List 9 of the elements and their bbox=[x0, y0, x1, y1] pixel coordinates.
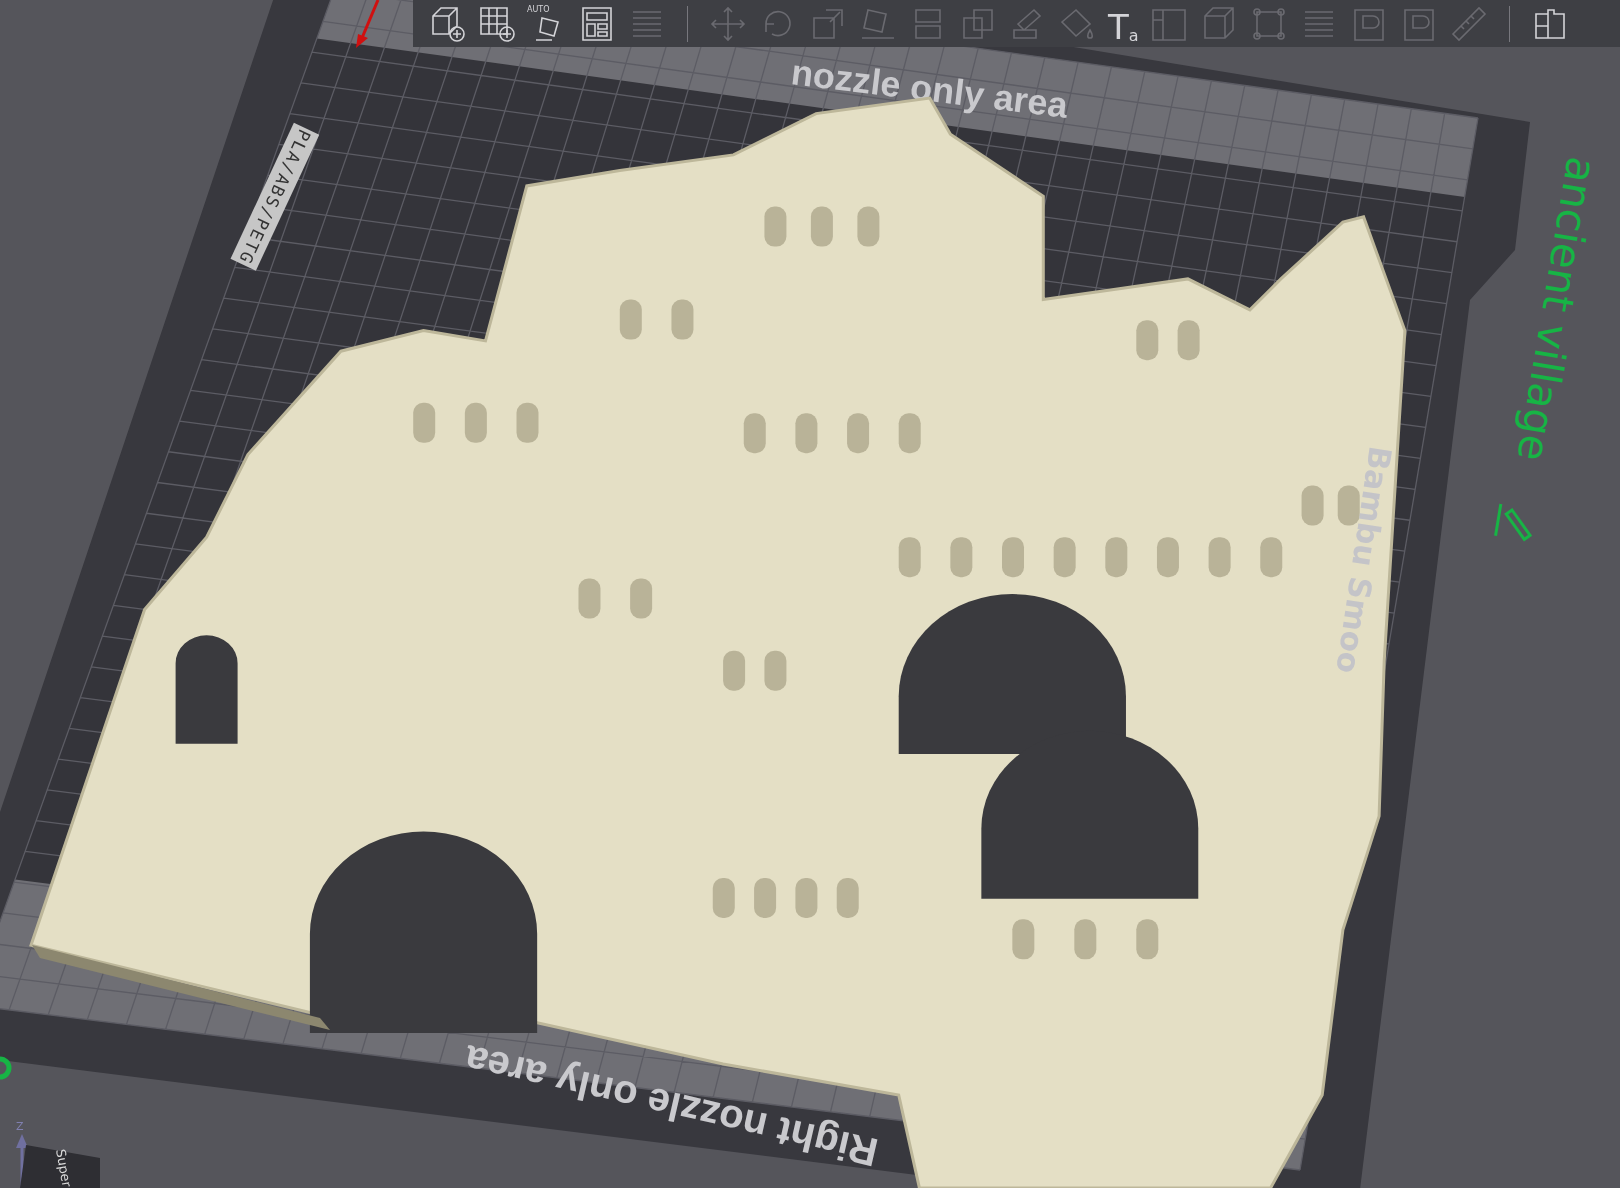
axis-label: Z bbox=[16, 1120, 24, 1133]
text-tool-button[interactable]: Ta bbox=[1108, 3, 1139, 44]
nozzle-area-label: Right nozzle only area bbox=[460, 1037, 882, 1176]
nozzle-area-label: nozzle only area bbox=[789, 51, 1071, 126]
auto-orient-button[interactable]: AUTO bbox=[527, 3, 567, 44]
pencil-icon[interactable] bbox=[1494, 502, 1533, 542]
x-axis-arrow bbox=[356, 0, 380, 48]
view-cube[interactable]: Super bbox=[20, 1145, 100, 1188]
origin-marker-icon bbox=[0, 1056, 12, 1080]
